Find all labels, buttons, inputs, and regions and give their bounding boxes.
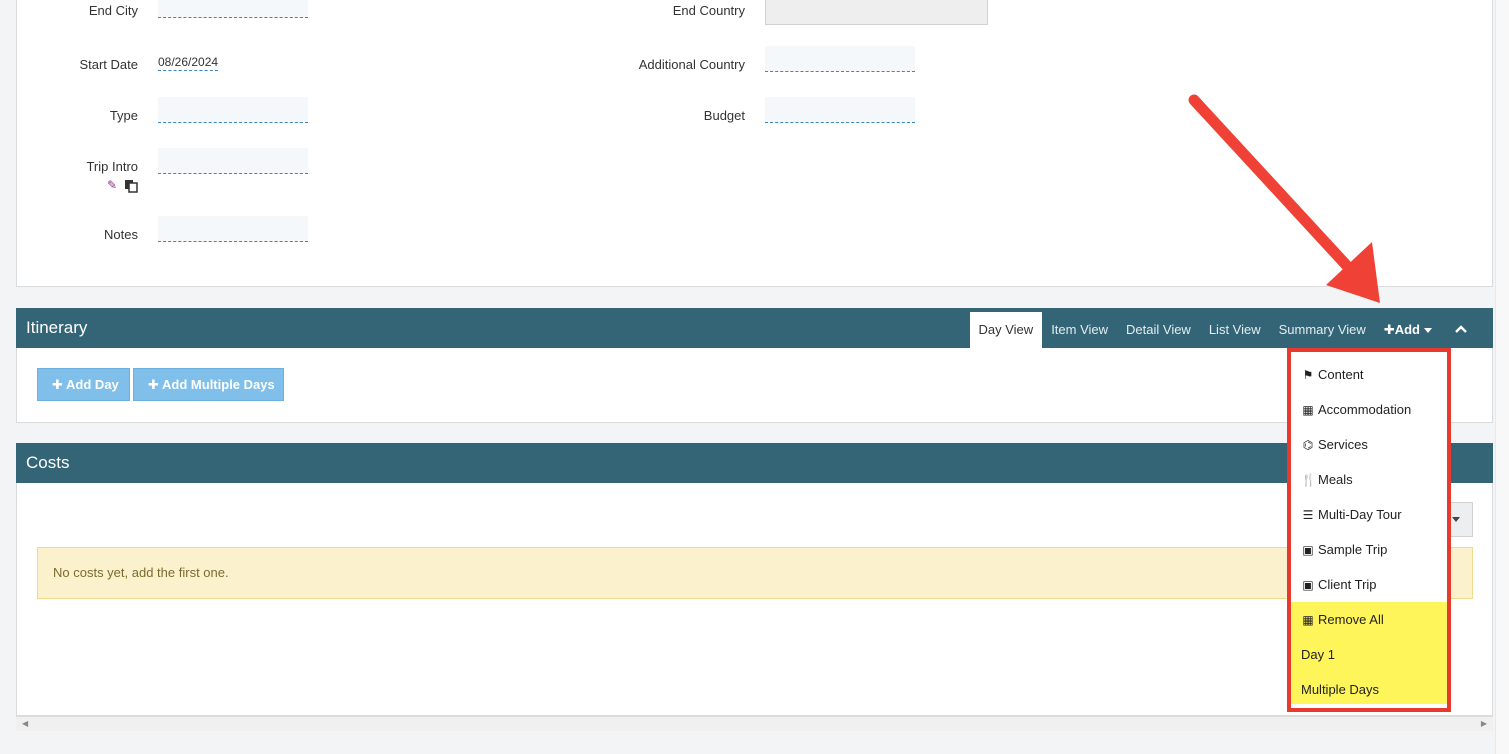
trip-intro-field[interactable] [158, 148, 308, 174]
tab-day-view[interactable]: Day View [969, 312, 1043, 348]
menu-item-accommodation[interactable]: ▦ Accommodation [1291, 392, 1447, 427]
itinerary-tabs: Day View Item View Detail View List View… [969, 312, 1478, 348]
menu-item-content[interactable]: ⚑ Content [1291, 357, 1447, 392]
menu-item-remove-all[interactable]: ▦ Remove All [1291, 602, 1447, 637]
menu-item-day-1[interactable]: Day 1 [1291, 637, 1447, 672]
add-dropdown-toggle[interactable]: ✚Add [1375, 312, 1441, 348]
menu-item-label: Multi-Day Tour [1318, 507, 1402, 522]
chevron-up-icon[interactable] [1441, 312, 1477, 348]
add-day-label: Add Day [66, 377, 119, 392]
notes-field[interactable] [158, 216, 308, 242]
trip-intro-label: Trip Intro [86, 159, 138, 174]
menu-item-label: Client Trip [1318, 577, 1377, 592]
caret-down-icon [1452, 517, 1460, 522]
budget-label: Budget [703, 108, 745, 123]
plus-icon: ✚ [52, 377, 63, 392]
budget-field[interactable] [765, 97, 915, 123]
menu-item-multi-day-tour[interactable]: ☰ Multi-Day Tour [1291, 497, 1447, 532]
start-date-value[interactable]: 08/26/2024 [158, 55, 219, 71]
tab-detail-view[interactable]: Detail View [1117, 312, 1200, 348]
add-multiple-days-button[interactable]: ✚ Add Multiple Days [133, 368, 284, 401]
tab-item-view[interactable]: Item View [1042, 312, 1117, 348]
menu-item-label: Meals [1318, 472, 1353, 487]
scroll-left-icon[interactable]: ◀ [22, 719, 28, 728]
list-icon: ☰ [1302, 508, 1314, 522]
itinerary-header: Itinerary Day View Item View Detail View… [16, 308, 1493, 348]
flag-icon: ⚑ [1302, 368, 1314, 382]
menu-item-label: Services [1318, 437, 1368, 452]
vertical-scrollbar[interactable] [1495, 0, 1509, 754]
utensils-icon: 🍴 [1301, 473, 1316, 487]
start-date-label: Start Date [79, 57, 138, 72]
plus-icon: ✚ [148, 377, 159, 392]
tab-summary-view[interactable]: Summary View [1270, 312, 1375, 348]
menu-item-services[interactable]: ⌬ Services [1291, 427, 1447, 462]
copy-icon[interactable] [124, 179, 138, 196]
edit-icon[interactable]: ✎ [107, 179, 117, 191]
end-country-label: End Country [672, 3, 745, 18]
suitcase-icon: ▣ [1302, 578, 1314, 592]
add-day-button[interactable]: ✚ Add Day [37, 368, 130, 401]
costs-body [16, 483, 1493, 716]
costs-title: Costs [26, 453, 70, 472]
menu-item-label: Remove All [1318, 612, 1384, 627]
no-costs-alert: No costs yet, add the first one. [37, 547, 1473, 599]
costs-header: Costs [16, 443, 1493, 483]
add-multiple-days-label: Add Multiple Days [162, 377, 275, 392]
itinerary-body: ✚ Add Day ✚ Add Multiple Days [16, 348, 1493, 423]
additional-country-field[interactable] [765, 46, 915, 72]
horizontal-scrollbar[interactable]: ◀ ▶ [16, 716, 1493, 731]
annotation-arrow [1188, 94, 1380, 303]
menu-item-label: Multiple Days [1301, 682, 1380, 697]
menu-item-label: Day 1 [1301, 647, 1335, 662]
add-dropdown-menu: ⚑ Content ▦ Accommodation ⌬ Services 🍴 Meals… [1287, 348, 1451, 712]
end-city-label: End City [88, 3, 138, 18]
suitcase-icon: ▣ [1302, 543, 1314, 557]
menu-item-label: Sample Trip [1318, 542, 1388, 557]
menu-item-meals[interactable]: 🍴 Meals [1291, 462, 1447, 497]
menu-item-sample-trip[interactable]: ▣ Sample Trip [1291, 532, 1447, 567]
additional-country-label: Additional Country [638, 57, 745, 72]
menu-item-label: Accommodation [1318, 402, 1412, 417]
binoculars-icon: ⌬ [1302, 438, 1314, 452]
add-label: Add [1394, 322, 1420, 337]
menu-item-label: Content [1318, 367, 1364, 382]
building-icon: ▦ [1302, 613, 1314, 627]
itinerary-title: Itinerary [26, 318, 88, 337]
menu-item-multiple-days[interactable]: Multiple Days [1291, 672, 1447, 704]
scroll-right-icon[interactable]: ▶ [1481, 719, 1487, 728]
plus-icon: ✚ [1383, 322, 1395, 337]
tab-list-view[interactable]: List View [1200, 312, 1270, 348]
type-field[interactable] [158, 97, 308, 123]
end-city-field[interactable] [158, 0, 308, 18]
building-icon: ▦ [1302, 403, 1314, 417]
menu-item-client-trip[interactable]: ▣ Client Trip [1291, 567, 1447, 602]
end-country-field[interactable] [765, 0, 988, 25]
caret-down-icon [1424, 328, 1432, 334]
type-label: Type [109, 108, 138, 123]
notes-label: Notes [104, 227, 138, 242]
